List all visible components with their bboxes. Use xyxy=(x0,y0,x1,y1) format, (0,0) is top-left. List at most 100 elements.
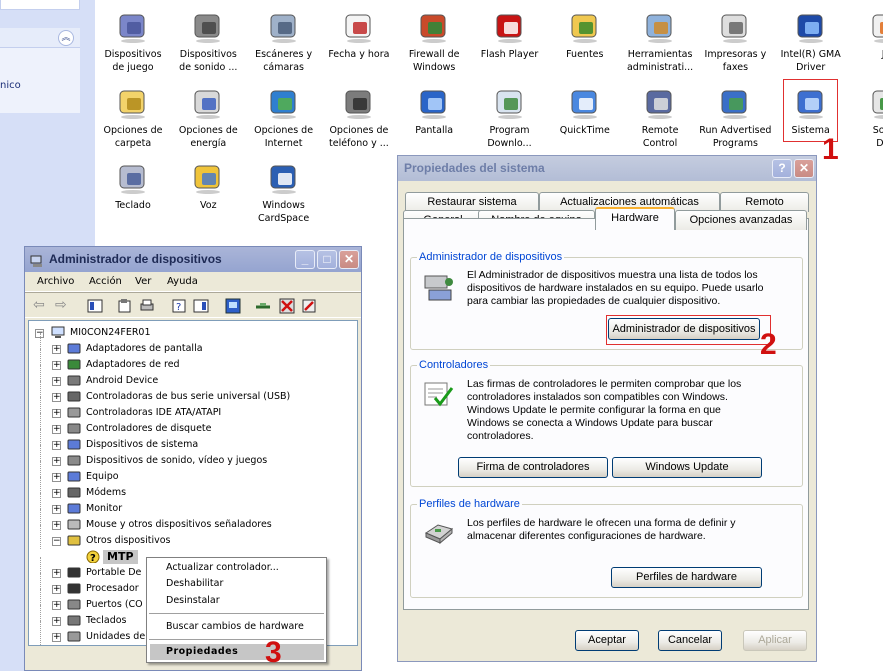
cp-item-label: Run Advertised Programs xyxy=(699,125,772,149)
back-arrow-icon[interactable]: ⇦ xyxy=(33,298,49,314)
menu-item-disable[interactable]: Deshabilitar xyxy=(166,576,223,592)
cp-item-cardspace[interactable]: Windows CardSpace xyxy=(244,160,324,225)
tab-restaurar-sistema[interactable]: Restaurar sistema xyxy=(405,192,539,212)
expand-icon[interactable]: + xyxy=(52,409,61,418)
disable-device-icon[interactable] xyxy=(301,298,317,314)
system-properties-titlebar[interactable]: Propiedades del sistema ? ✕ xyxy=(398,156,816,181)
globe-icon xyxy=(266,85,302,121)
system-properties-window: Propiedades del sistema ? ✕ Restaurar si… xyxy=(397,155,817,662)
device-category-icon xyxy=(67,358,81,371)
expand-icon[interactable]: + xyxy=(52,617,61,626)
hardware-profiles-button[interactable]: Perfiles de hardware xyxy=(611,567,762,588)
cp-item-remote-control[interactable]: Remote Control xyxy=(620,85,700,150)
cp-item-flash[interactable]: Flash Player xyxy=(470,9,550,61)
expand-icon[interactable]: + xyxy=(52,569,61,578)
cancel-button[interactable]: Cancelar xyxy=(658,630,722,651)
print-icon[interactable] xyxy=(139,298,155,314)
cp-item-fonts-folder[interactable]: Fuentes xyxy=(545,9,625,61)
ok-button[interactable]: Aceptar xyxy=(575,630,639,651)
cp-item-game-controller[interactable]: Dispositivos de juego xyxy=(93,9,173,74)
tree-row-label: Controladoras IDE ATA/ATAPI xyxy=(86,407,222,418)
menu-item-update-driver[interactable]: Actualizar controlador... xyxy=(166,560,279,576)
cp-item-intel-gma[interactable]: Intel(R) GMA Driver xyxy=(771,9,851,74)
expand-icon[interactable]: + xyxy=(52,601,61,610)
properties-icon[interactable] xyxy=(117,298,133,314)
uninstall-icon[interactable] xyxy=(279,298,295,314)
device-manager-description: El Administrador de dispositivos muestra… xyxy=(467,269,764,307)
expand-icon[interactable]: + xyxy=(52,441,61,450)
menu-archivo[interactable]: Archivo xyxy=(37,272,74,292)
cp-item-program-download[interactable]: Program Downlo... xyxy=(470,85,550,150)
forward-arrow-icon[interactable]: ⇨ xyxy=(55,298,71,314)
help-icon[interactable]: ? xyxy=(171,298,187,314)
expand-icon[interactable]: + xyxy=(52,393,61,402)
update-driver-icon[interactable] xyxy=(255,298,271,314)
svg-text:?: ? xyxy=(176,302,181,313)
device-manager-titlebar[interactable]: Administrador de dispositivos _ □ ✕ xyxy=(25,247,361,272)
cp-item-software[interactable]: Softw Dire xyxy=(846,85,883,150)
expand-icon[interactable]: + xyxy=(52,473,61,482)
tab-opciones-avanzadas[interactable]: Opciones avanzadas xyxy=(675,210,807,230)
close-button[interactable]: ✕ xyxy=(794,159,814,178)
menu-item-scan-hardware[interactable]: Buscar cambios de hardware xyxy=(166,619,304,635)
expand-icon[interactable]: + xyxy=(52,361,61,370)
cp-item-calendar-clock[interactable]: Fecha y hora xyxy=(319,9,399,61)
menu-ayuda[interactable]: Ayuda xyxy=(167,272,198,292)
menu-ver[interactable]: Ver xyxy=(135,272,151,292)
expand-icon[interactable]: + xyxy=(52,505,61,514)
power-plug-icon xyxy=(190,85,226,121)
windows-update-button[interactable]: Windows Update xyxy=(612,457,762,478)
expand-icon[interactable]: + xyxy=(52,585,61,594)
scan-hardware-icon[interactable] xyxy=(225,298,241,314)
cp-item-quicktime[interactable]: QuickTime xyxy=(545,85,625,137)
expand-icon[interactable]: + xyxy=(52,633,61,642)
printer-icon xyxy=(717,9,753,45)
expand-icon[interactable]: + xyxy=(52,457,61,466)
scanner-camera-icon xyxy=(266,9,302,45)
group-title: Controladores xyxy=(417,359,491,371)
expand-icon[interactable]: + xyxy=(52,377,61,386)
cp-item-scanner-camera[interactable]: Escáneres y cámaras xyxy=(244,9,324,74)
close-button[interactable]: ✕ xyxy=(339,250,359,269)
tree-row-label: Adaptadores de pantalla xyxy=(86,343,203,354)
expand-icon[interactable]: + xyxy=(52,345,61,354)
cp-item-globe[interactable]: Opciones de Internet xyxy=(244,85,324,150)
cp-item-printer[interactable]: Impresoras y faxes xyxy=(695,9,775,74)
minimize-button[interactable]: _ xyxy=(295,250,315,269)
device-manager-toolbar: ⇦ ⇨ ? xyxy=(25,292,361,318)
run-advertised-icon xyxy=(717,85,753,121)
context-menu: Actualizar controlador... Deshabilitar D… xyxy=(146,557,327,663)
cp-item-label: Program Downlo... xyxy=(487,125,532,149)
driver-signing-button[interactable]: Firma de controladores xyxy=(458,457,608,478)
cp-item-speaker[interactable]: Dispositivos de sonido ... xyxy=(168,9,248,74)
apply-button[interactable]: Aplicar xyxy=(743,630,807,651)
view-icon[interactable] xyxy=(193,298,209,314)
cp-item-voice[interactable]: Voz xyxy=(168,160,248,212)
maximize-button[interactable]: □ xyxy=(317,250,337,269)
drivers-group: Controladores Las firmas de controladore… xyxy=(410,359,803,487)
expand-icon[interactable]: + xyxy=(52,521,61,530)
tree-view-icon[interactable] xyxy=(87,298,103,314)
tab-remoto[interactable]: Remoto xyxy=(720,192,809,212)
expand-icon[interactable]: + xyxy=(52,425,61,434)
cp-item-phone[interactable]: Opciones de teléfono y ... xyxy=(319,85,399,150)
cp-item-power-plug[interactable]: Opciones de energía xyxy=(168,85,248,150)
cp-item-java[interactable]: Ja xyxy=(846,9,883,61)
device-category-icon xyxy=(67,454,81,467)
cp-item-folder-options[interactable]: Opciones de carpeta xyxy=(93,85,173,150)
menu-accion[interactable]: Acción xyxy=(89,272,122,292)
cp-item-label: Herramientas administrati... xyxy=(626,49,694,73)
menu-item-uninstall[interactable]: Desinstalar xyxy=(166,593,220,609)
cp-item-admin-tools[interactable]: Herramientas administrati... xyxy=(620,9,700,74)
expand-icon[interactable]: + xyxy=(52,489,61,498)
cp-item-keyboard[interactable]: Teclado xyxy=(93,160,173,212)
step-1-label: 1 xyxy=(822,133,839,166)
tab-hardware[interactable]: Hardware xyxy=(595,207,675,230)
cp-item-run-advertised[interactable]: Run Advertised Programs xyxy=(695,85,775,150)
menu-item-properties[interactable]: Propiedades xyxy=(166,644,238,660)
collapse-icon[interactable]: − xyxy=(52,537,61,546)
help-button[interactable]: ? xyxy=(772,159,792,178)
cp-item-display[interactable]: Pantalla xyxy=(394,85,474,137)
cp-item-firewall[interactable]: Firewall de Windows xyxy=(394,9,474,74)
collapse-icon[interactable]: ︽ xyxy=(58,30,74,46)
